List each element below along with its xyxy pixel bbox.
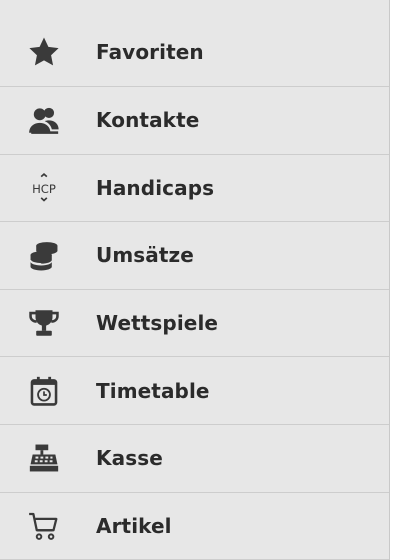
menu-item-kasse[interactable]: Kasse	[0, 424, 389, 493]
side-menu: Favoriten Kontakte HCP Handicaps Umsätze…	[0, 0, 390, 560]
menu-item-wettspiele[interactable]: Wettspiele	[0, 289, 389, 358]
calendar-clock-icon	[24, 371, 64, 411]
menu-item-timetable[interactable]: Timetable	[0, 357, 389, 425]
cash-register-icon	[24, 438, 64, 478]
menu-item-label: Favoriten	[96, 40, 204, 64]
menu-item-umsaetze[interactable]: Umsätze	[0, 222, 389, 290]
svg-text:HCP: HCP	[32, 182, 56, 196]
contacts-icon	[24, 100, 64, 140]
star-icon	[24, 32, 64, 72]
menu-item-label: Artikel	[96, 513, 172, 538]
menu-item-handicaps[interactable]: HCP Handicaps	[0, 154, 389, 223]
menu-item-label: Timetable	[96, 378, 210, 403]
menu-item-label: Wettspiele	[96, 311, 219, 336]
menu-item-label: Kasse	[96, 446, 163, 471]
menu-item-label: Umsätze	[96, 243, 194, 268]
menu-item-kontakte[interactable]: Kontakte	[0, 87, 389, 155]
menu-item-label: Handicaps	[96, 175, 215, 200]
hcp-icon: HCP	[24, 168, 64, 208]
coins-icon	[24, 235, 64, 275]
trophy-icon	[24, 303, 64, 343]
menu-item-favoriten[interactable]: Favoriten	[0, 0, 389, 87]
menu-item-artikel[interactable]: Artikel	[0, 492, 389, 560]
menu-item-label: Kontakte	[96, 108, 200, 133]
cart-icon	[24, 506, 64, 546]
